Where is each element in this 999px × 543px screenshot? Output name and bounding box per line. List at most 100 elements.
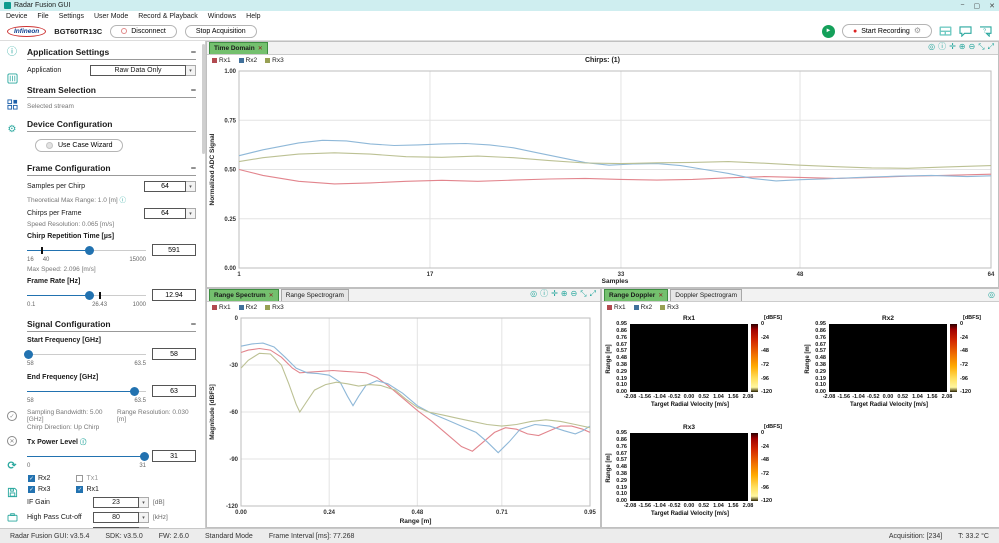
tab-close-icon[interactable]: ✕ <box>658 292 663 299</box>
tab-time-domain[interactable]: Time Domain ✕ <box>209 42 268 54</box>
apps-grid-icon[interactable] <box>6 99 18 110</box>
application-select[interactable]: Raw Data Only <box>90 65 186 76</box>
frame-rate-value[interactable] <box>152 289 196 301</box>
fit-icon[interactable]: ⤡ <box>580 289 586 299</box>
zoom-out-icon[interactable]: ⊖ <box>968 42 975 51</box>
info-icon[interactable]: ⓘ <box>7 48 17 58</box>
help-icon[interactable]: ? <box>979 25 992 37</box>
chevron-down-icon[interactable]: ▾ <box>139 497 149 508</box>
chevron-down-icon[interactable]: ▾ <box>186 181 196 192</box>
tab-range-spectrum[interactable]: Range Spectrum ✕ <box>209 289 279 301</box>
menu-device[interactable]: Device <box>6 13 27 20</box>
heatmap-rx1[interactable]: Rx1 [dBFS] Range [m] 0.95 0.86 0.76 0.67 0.57 0.… <box>604 314 800 420</box>
checkbox-rx3[interactable]: ✓ Rx3 <box>28 486 50 493</box>
device-panel-icon[interactable] <box>939 25 952 37</box>
tx-power-value[interactable] <box>152 450 196 462</box>
screenshot-camera-icon[interactable] <box>7 513 18 522</box>
plot-settings-icon[interactable]: ◎ <box>530 289 537 298</box>
zoom-out-icon[interactable]: ⊖ <box>570 289 577 298</box>
settings-scrollbar[interactable] <box>202 44 205 154</box>
disconnect-button[interactable]: Disconnect <box>110 24 177 38</box>
feedback-chat-icon[interactable] <box>959 25 972 37</box>
menu-file[interactable]: File <box>37 13 48 20</box>
checkbox-tx1[interactable]: Tx1 <box>76 475 98 482</box>
use-case-wizard-button[interactable]: Use Case Wizard <box>35 139 124 152</box>
cancel-x-icon[interactable]: ✕ <box>7 436 17 446</box>
tx-power-slider[interactable] <box>27 451 149 461</box>
collapse-icon[interactable]: − <box>191 163 196 173</box>
apply-check-icon[interactable]: ✓ <box>7 411 17 421</box>
range-doppler-heatmaps[interactable]: Rx1 [dBFS] Range [m] 0.95 0.86 0.76 0.67 0.57 0.… <box>602 312 999 526</box>
series-rx3 <box>240 352 591 429</box>
menu-record-playback[interactable]: Record & Playback <box>138 13 198 20</box>
if-gain-select[interactable]: 23 <box>93 497 139 508</box>
menu-settings[interactable]: Settings <box>59 13 84 20</box>
collapse-icon[interactable]: − <box>191 85 196 95</box>
start-frequency-value[interactable] <box>152 348 196 360</box>
pan-icon[interactable]: ✛ <box>949 42 956 51</box>
fit-icon[interactable]: ⤡ <box>978 42 984 52</box>
tab-range-doppler[interactable]: Range Doppler ✕ <box>604 289 669 301</box>
close-button[interactable]: ✕ <box>989 2 995 10</box>
stop-acquisition-button[interactable]: Stop Acquisition <box>184 24 257 38</box>
collapse-icon[interactable]: − <box>191 319 196 329</box>
low-pass-select[interactable]: 500 <box>93 527 139 528</box>
plot-settings-icon[interactable]: ◎ <box>988 290 995 299</box>
heatmap-rx3[interactable]: Rx3 [dBFS] Range [m] 0.95 0.86 0.76 0.67 0.57 0.… <box>604 423 800 529</box>
end-frequency-slider[interactable] <box>27 386 146 396</box>
menu-windows[interactable]: Windows <box>208 13 236 20</box>
chirps-per-frame-input[interactable] <box>144 208 186 219</box>
chevron-down-icon[interactable]: ▾ <box>139 512 149 523</box>
slider-knob[interactable] <box>24 349 34 359</box>
y-tick-label: 0.10 <box>815 382 826 389</box>
device-settings-gear-icon[interactable]: ⚙ <box>8 125 17 135</box>
fullscreen-icon[interactable]: ⤢ <box>590 289 596 299</box>
chirp-repetition-value[interactable] <box>152 244 196 256</box>
maximize-button[interactable]: ▢ <box>974 2 981 10</box>
checkbox-rx2[interactable]: ✓ Rx2 <box>28 475 50 482</box>
menu-help[interactable]: Help <box>246 13 260 20</box>
fullscreen-icon[interactable]: ⤢ <box>988 42 994 52</box>
heatmap-rx2[interactable]: Rx2 [dBFS] Range [m] 0.95 0.86 0.76 0.67 0.57 0.… <box>803 314 999 420</box>
zoom-in-icon[interactable]: ⊕ <box>959 42 966 51</box>
tab-range-spectrogram[interactable]: Range Spectrogram <box>280 289 349 301</box>
zoom-in-icon[interactable]: ⊕ <box>561 289 568 298</box>
start-frequency-slider[interactable] <box>24 349 146 359</box>
minimize-button[interactable]: − <box>960 2 964 9</box>
time-domain-chart[interactable]: 1 17 33 48 64 1.00 0.75 0.50 0.25 0.00 Samples Norm… <box>207 65 999 286</box>
slider-knob[interactable] <box>130 386 140 396</box>
samples-per-chirp-input[interactable] <box>144 181 186 192</box>
tab-close-icon[interactable]: ✕ <box>269 292 274 299</box>
colorbar-tick-label: -72 <box>960 362 968 368</box>
y-tick-label: -120 <box>226 504 239 510</box>
slider-knob[interactable] <box>139 451 149 461</box>
y-tick-label: 0.38 <box>815 362 826 368</box>
x-tick-label: 0.24 <box>323 510 335 516</box>
menu-user-mode[interactable]: User Mode <box>94 13 128 20</box>
play-button[interactable]: ► <box>821 24 835 38</box>
refresh-icon[interactable]: ⟳ <box>7 461 16 472</box>
plot-settings-icon[interactable]: ◎ <box>928 42 935 51</box>
x-tick-label: 48 <box>797 272 804 278</box>
slider-knob[interactable] <box>85 290 95 300</box>
start-recording-button[interactable]: ● Start Recording ⚙ <box>841 24 932 38</box>
end-frequency-value[interactable] <box>152 385 196 397</box>
checkbox-rx1[interactable]: ✓ Rx1 <box>76 486 99 493</box>
stream-config-icon[interactable] <box>6 73 18 84</box>
frame-rate-slider[interactable] <box>27 290 146 300</box>
tab-close-icon[interactable]: ✕ <box>258 45 263 52</box>
plot-info-icon[interactable]: ⓘ <box>938 41 946 52</box>
recording-settings-icon[interactable]: ⚙ <box>914 27 921 35</box>
chevron-down-icon[interactable]: ▾ <box>186 65 196 76</box>
chevron-down-icon[interactable]: ▾ <box>139 527 149 528</box>
pan-icon[interactable]: ✛ <box>551 289 558 298</box>
chevron-down-icon[interactable]: ▾ <box>186 208 196 219</box>
chirp-repetition-slider[interactable] <box>27 245 146 255</box>
plot-info-icon[interactable]: ⓘ <box>540 288 548 299</box>
range-spectrum-chart[interactable]: 0.00 0.24 0.48 0.71 0.95 0 -30 -60 -90 -120 Range … <box>207 312 600 526</box>
high-pass-select[interactable]: 80 <box>93 512 139 523</box>
collapse-icon[interactable]: − <box>191 47 196 57</box>
save-icon[interactable] <box>7 487 18 498</box>
slider-knob[interactable] <box>85 245 95 255</box>
tab-doppler-spectrogram[interactable]: Doppler Spectrogram <box>670 289 743 301</box>
